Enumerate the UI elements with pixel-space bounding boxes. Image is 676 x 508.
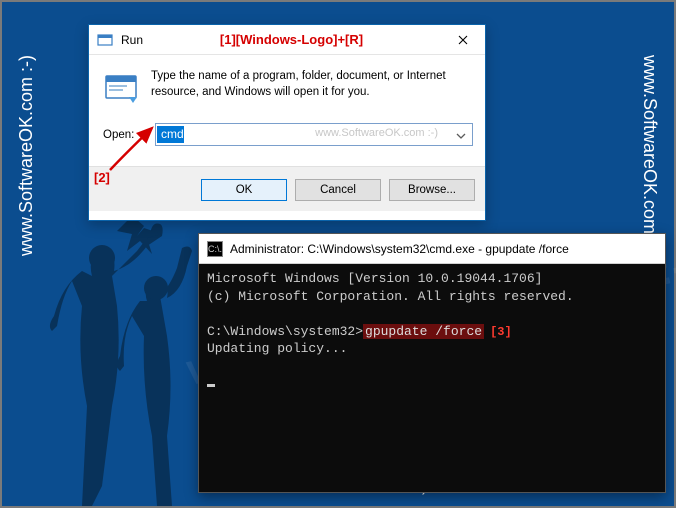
cmd-command-text: gpupdate /force: [363, 324, 484, 339]
open-input-value: cmd: [157, 126, 184, 143]
browse-button[interactable]: Browse...: [389, 179, 475, 201]
cmd-line-command: C:\Windows\system32>gpupdate /force [3]: [207, 323, 657, 341]
cancel-button[interactable]: Cancel: [295, 179, 381, 201]
cmd-cursor-line: [207, 375, 657, 393]
cmd-line-version: Microsoft Windows [Version 10.0.19044.17…: [207, 270, 657, 288]
run-button-row: OK Cancel Browse...: [89, 166, 485, 211]
run-window-icon: [97, 32, 113, 48]
annotation-1: [1][Windows-Logo]+[R]: [143, 32, 440, 47]
open-combobox[interactable]: cmd www.SoftwareOK.com :-): [155, 123, 473, 146]
cmd-prompt: C:\Windows\system32>: [207, 324, 363, 339]
annotation-3: [3]: [490, 325, 512, 339]
run-description: Type the name of a program, folder, docu…: [151, 69, 473, 105]
run-title: Run: [121, 33, 143, 47]
cmd-line-blank: [207, 305, 657, 323]
cmd-title: Administrator: C:\Windows\system32\cmd.e…: [230, 242, 569, 256]
close-button[interactable]: [440, 25, 485, 54]
run-program-icon: [103, 69, 139, 105]
run-dialog: Run [1][Windows-Logo]+[R] Type the name …: [88, 24, 486, 221]
run-body: Type the name of a program, folder, docu…: [89, 55, 485, 146]
run-titlebar[interactable]: Run [1][Windows-Logo]+[R]: [89, 25, 485, 55]
cmd-titlebar[interactable]: C:\. Administrator: C:\Windows\system32\…: [199, 234, 665, 264]
open-label: Open:: [103, 129, 145, 141]
cmd-window: C:\. Administrator: C:\Windows\system32\…: [198, 233, 666, 493]
close-icon: [458, 35, 468, 45]
cmd-line-blank2: [207, 358, 657, 376]
ok-button[interactable]: OK: [201, 179, 287, 201]
cursor-icon: [207, 384, 215, 387]
watermark-right: www.SoftwareOK.com :-): [639, 55, 660, 256]
cmd-line-updating: Updating policy...: [207, 340, 657, 358]
input-watermark: www.SoftwareOK.com :-): [315, 127, 438, 139]
annotation-2: [2]: [94, 170, 110, 185]
cmd-output-area[interactable]: Microsoft Windows [Version 10.0.19044.17…: [199, 264, 665, 492]
cmd-line-copyright: (c) Microsoft Corporation. All rights re…: [207, 288, 657, 306]
chevron-down-icon[interactable]: [456, 126, 466, 144]
cmd-icon: C:\.: [207, 241, 223, 257]
watermark-left: www.SoftwareOK.com :-): [16, 55, 37, 256]
